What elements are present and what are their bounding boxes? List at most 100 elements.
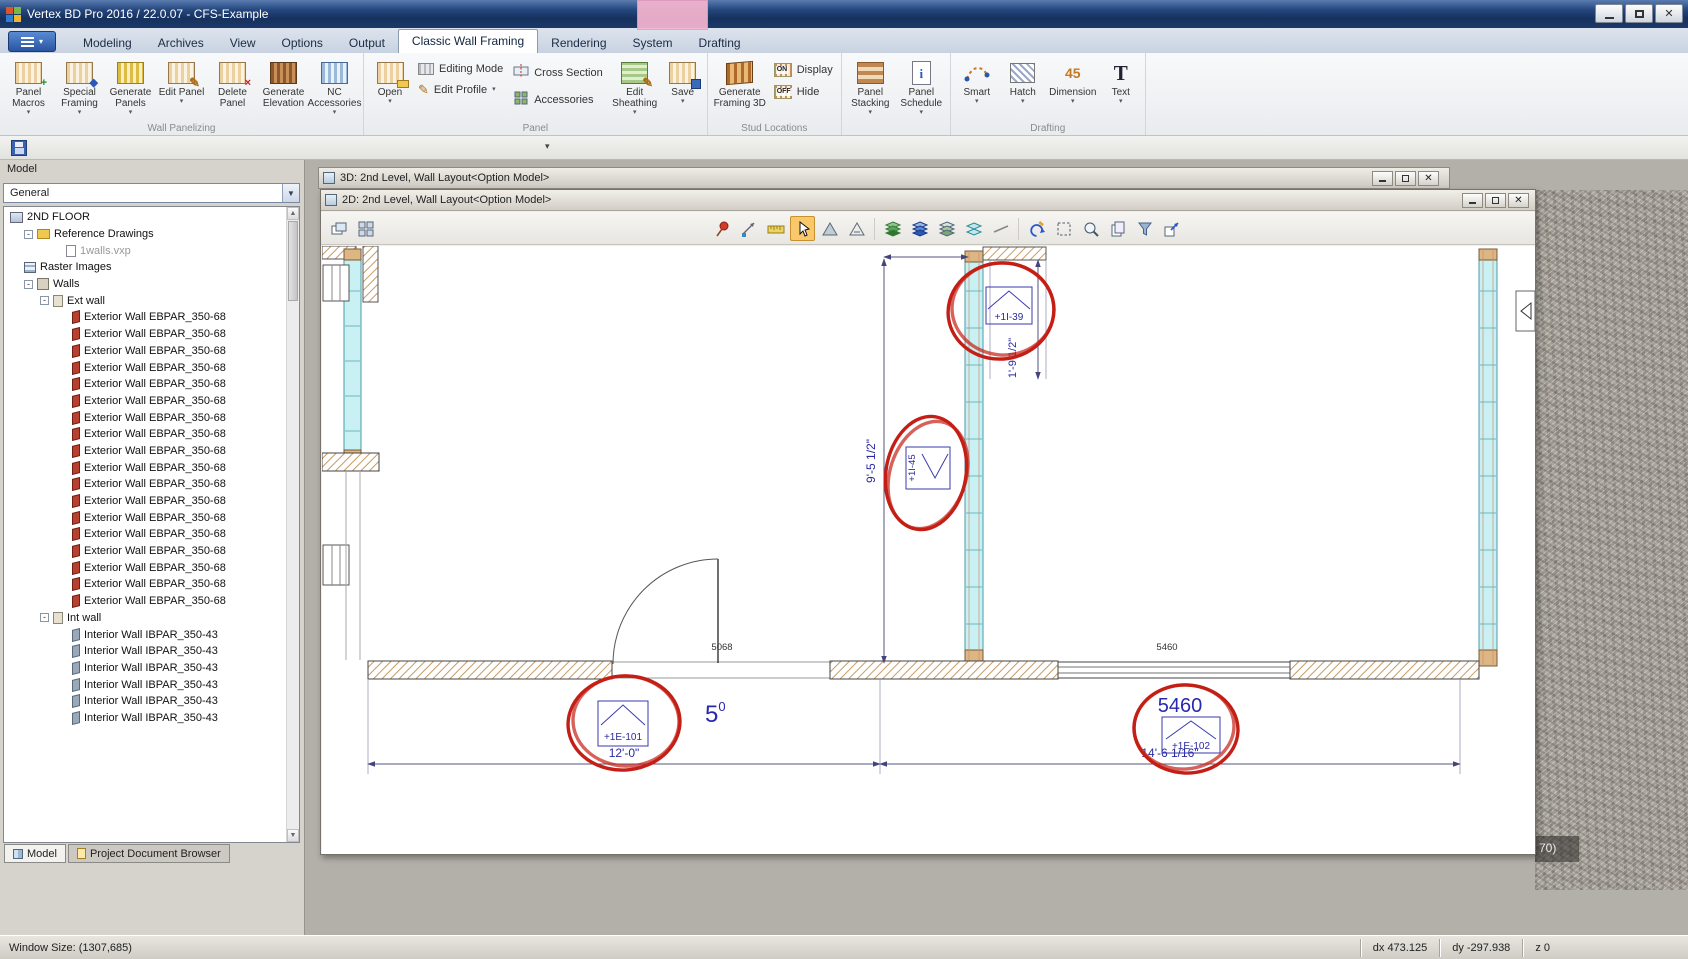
tab-model[interactable]: Model: [4, 844, 66, 863]
layers-teal-button[interactable]: [961, 216, 986, 241]
tree-item-raster-images[interactable]: Raster Images: [4, 259, 299, 276]
undo-edit-button[interactable]: [1024, 216, 1049, 241]
measure-button[interactable]: [736, 216, 761, 241]
tab-classic-wall-framing[interactable]: Classic Wall Framing: [398, 29, 538, 53]
tree-scrollbar[interactable]: ▲ ▼: [286, 207, 299, 842]
smart-button[interactable]: Smart▾: [954, 55, 1000, 119]
scrollbar-thumb[interactable]: [288, 221, 298, 301]
ruler-button[interactable]: [763, 216, 788, 241]
snap-triangle-button[interactable]: [817, 216, 842, 241]
tab-options[interactable]: Options: [269, 32, 336, 53]
tree-item-ext-wall-group[interactable]: - Ext wall: [4, 292, 299, 309]
layers-blue-button[interactable]: [907, 216, 932, 241]
tree-item-ext-wall[interactable]: Exterior Wall EBPAR_350-68: [4, 509, 299, 526]
panel-macros-button[interactable]: + Panel Macros▾: [3, 55, 54, 119]
tree-item-ext-wall[interactable]: Exterior Wall EBPAR_350-68: [4, 309, 299, 326]
open-button[interactable]: Open▾: [367, 55, 413, 119]
select-rect-button[interactable]: [1051, 216, 1076, 241]
window-3d-minimize-button[interactable]: [1372, 171, 1393, 186]
snap-triangle-outline-button[interactable]: [844, 216, 869, 241]
tree-item-ext-wall[interactable]: Exterior Wall EBPAR_350-68: [4, 326, 299, 343]
application-menu-button[interactable]: ▾: [8, 31, 56, 52]
export-view-button[interactable]: [1159, 216, 1184, 241]
hatch-button[interactable]: Hatch▾: [1000, 55, 1046, 119]
panel-stacking-button[interactable]: Panel Stacking▾: [845, 55, 896, 119]
tree-item-ext-wall[interactable]: Exterior Wall EBPAR_350-68: [4, 409, 299, 426]
tree-item-ext-wall[interactable]: Exterior Wall EBPAR_350-68: [4, 593, 299, 610]
tab-archives[interactable]: Archives: [145, 32, 217, 53]
tree-item-int-wall[interactable]: Interior Wall IBPAR_350-43: [4, 660, 299, 677]
tree-item-ext-wall[interactable]: Exterior Wall EBPAR_350-68: [4, 493, 299, 510]
tab-view[interactable]: View: [217, 32, 269, 53]
close-button[interactable]: ✕: [1655, 4, 1683, 23]
window-2d-close-button[interactable]: ✕: [1508, 193, 1529, 208]
tab-rendering[interactable]: Rendering: [538, 32, 619, 53]
window-3d-titlebar[interactable]: 3D: 2nd Level, Wall Layout<Option Model>…: [318, 167, 1450, 189]
generate-framing-3d-button[interactable]: Generate Framing 3D: [711, 55, 769, 119]
save-button[interactable]: Save▾: [662, 55, 704, 119]
plan-panel-symbols[interactable]: +1I-39 +1I-45 +1E-101: [598, 287, 1220, 753]
tree-item-int-wall[interactable]: Interior Wall IBPAR_350-43: [4, 693, 299, 710]
tree-item-ext-wall[interactable]: Exterior Wall EBPAR_350-68: [4, 476, 299, 493]
tree-item-ext-wall[interactable]: Exterior Wall EBPAR_350-68: [4, 426, 299, 443]
dimension-button[interactable]: 45 Dimension▾: [1046, 55, 1100, 119]
tree-item-int-wall[interactable]: Interior Wall IBPAR_350-43: [4, 710, 299, 727]
tree-item-ext-wall[interactable]: Exterior Wall EBPAR_350-68: [4, 543, 299, 560]
minimize-button[interactable]: [1595, 4, 1623, 23]
tree-item-ext-wall[interactable]: Exterior Wall EBPAR_350-68: [4, 393, 299, 410]
accessories-button[interactable]: Accessories: [508, 88, 607, 111]
combo-dropdown-icon[interactable]: ▼: [282, 184, 299, 202]
copy-button[interactable]: [1105, 216, 1130, 241]
layers-green-button[interactable]: [880, 216, 905, 241]
tree-item-ext-wall[interactable]: Exterior Wall EBPAR_350-68: [4, 576, 299, 593]
editing-mode-button[interactable]: Editing Mode: [413, 61, 508, 77]
tree-item-ext-wall[interactable]: Exterior Wall EBPAR_350-68: [4, 459, 299, 476]
scroll-up-icon[interactable]: ▲: [287, 207, 299, 220]
edit-sheathing-button[interactable]: ✎ Edit Sheathing▾: [608, 55, 662, 119]
window-2d-titlebar[interactable]: 2D: 2nd Level, Wall Layout<Option Model>…: [321, 190, 1535, 211]
tree-item-ext-wall[interactable]: Exterior Wall EBPAR_350-68: [4, 559, 299, 576]
quick-save-icon[interactable]: [11, 140, 27, 156]
tab-project-document-browser[interactable]: Project Document Browser: [68, 844, 230, 863]
collapse-expander-icon[interactable]: -: [24, 230, 33, 239]
tree-item-ext-wall[interactable]: Exterior Wall EBPAR_350-68: [4, 376, 299, 393]
text-button[interactable]: T Text▾: [1100, 55, 1142, 119]
tree-item-ext-wall[interactable]: Exterior Wall EBPAR_350-68: [4, 526, 299, 543]
collapse-expander-icon[interactable]: -: [40, 613, 49, 622]
tab-system[interactable]: System: [620, 32, 686, 53]
nc-accessories-button[interactable]: NC Accessories▾: [309, 55, 360, 119]
tree-item-ext-wall[interactable]: Exterior Wall EBPAR_350-68: [4, 359, 299, 376]
cascade-windows-button[interactable]: [326, 216, 351, 241]
window-2d-minimize-button[interactable]: [1462, 193, 1483, 208]
drawing-canvas[interactable]: 9'-5 1/2" 1'-9 1/2" 12'-0" 14'-6 1/16" 5…: [322, 246, 1535, 854]
select-cursor-button[interactable]: [790, 216, 815, 241]
window-2d-maximize-button[interactable]: [1485, 193, 1506, 208]
tree-item-ext-wall[interactable]: Exterior Wall EBPAR_350-68: [4, 343, 299, 360]
tree-item-int-wall[interactable]: Interior Wall IBPAR_350-43: [4, 626, 299, 643]
scroll-down-icon[interactable]: ▼: [287, 829, 299, 842]
tree-filter-combobox[interactable]: General ▼: [3, 183, 300, 203]
maximize-button[interactable]: [1625, 4, 1653, 23]
hide-button[interactable]: OFF Hide: [769, 83, 838, 101]
special-framing-button[interactable]: ◆ Special Framing▾: [54, 55, 105, 119]
filter-button[interactable]: [1132, 216, 1157, 241]
pin-button[interactable]: [709, 216, 734, 241]
tab-modeling[interactable]: Modeling: [70, 32, 145, 53]
ribbon-collapse-icon[interactable]: ▾: [545, 141, 550, 152]
tree-item-int-wall[interactable]: Interior Wall IBPAR_350-43: [4, 676, 299, 693]
window-3d-maximize-button[interactable]: [1395, 171, 1416, 186]
tree-item-reference-file[interactable]: 1walls.vxp: [4, 242, 299, 259]
tree-item-int-wall[interactable]: Interior Wall IBPAR_350-43: [4, 643, 299, 660]
line-tool-button[interactable]: [988, 216, 1013, 241]
display-button[interactable]: ON Display: [769, 61, 838, 79]
grid-view-button[interactable]: [353, 216, 378, 241]
generate-elevation-button[interactable]: Generate Elevation: [258, 55, 309, 119]
tree-item-reference-drawings[interactable]: - Reference Drawings: [4, 226, 299, 243]
layers-mixed-button[interactable]: [934, 216, 959, 241]
zoom-button[interactable]: [1078, 216, 1103, 241]
tree-item-ext-wall[interactable]: Exterior Wall EBPAR_350-68: [4, 443, 299, 460]
plan-walls[interactable]: [322, 246, 1535, 679]
collapse-expander-icon[interactable]: -: [40, 296, 49, 305]
generate-panels-button[interactable]: Generate Panels▾: [105, 55, 156, 119]
cross-section-button[interactable]: Cross Section: [508, 61, 607, 84]
